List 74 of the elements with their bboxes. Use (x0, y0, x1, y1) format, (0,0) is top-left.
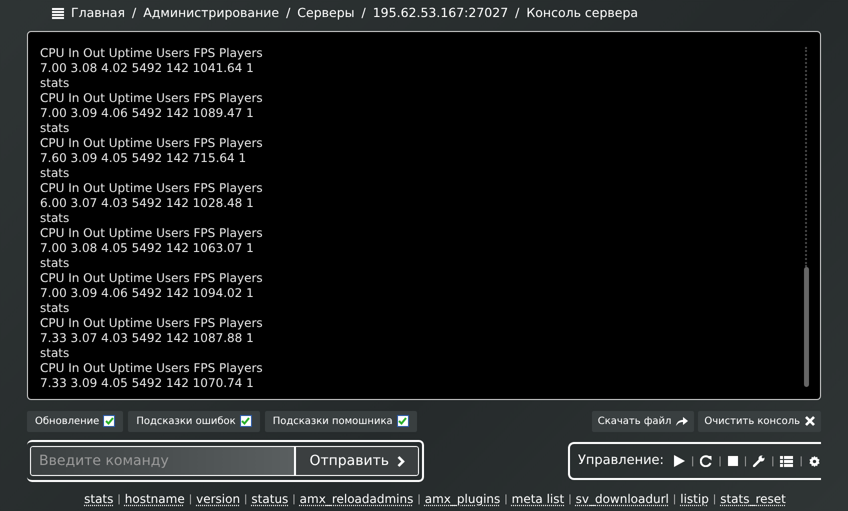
console-line: CPU In Out Uptime Users FPS Players (40, 46, 263, 61)
scrollbar[interactable] (803, 47, 809, 387)
checkbox[interactable] (240, 415, 252, 427)
breadcrumb-link[interactable]: Главная (71, 4, 125, 22)
console-line: stats (40, 256, 70, 271)
stop-icon[interactable] (728, 456, 738, 466)
command-link[interactable]: version (196, 490, 240, 508)
option-toggle[interactable]: Подсказки помошника (264, 410, 417, 432)
share-arrow-icon (676, 416, 688, 426)
console-line: stats (40, 346, 70, 361)
console-line: CPU In Out Uptime Users FPS Players (40, 271, 263, 286)
control-separator: | (744, 454, 748, 468)
checkbox[interactable] (103, 415, 116, 427)
play-icon[interactable] (674, 455, 685, 467)
control-label: Управление: (578, 452, 664, 470)
console-line: 6.00 3.07 4.03 5492 142 1028.48 1 (40, 196, 254, 211)
console-line: stats (40, 166, 70, 181)
breadcrumb-link[interactable]: Администрирование (143, 4, 280, 22)
refresh-icon[interactable] (700, 455, 712, 467)
console-line: stats (40, 301, 70, 316)
console-line: stats (40, 121, 70, 136)
control-separator: | (771, 454, 774, 468)
breadcrumb-separator: / (286, 4, 290, 22)
console-line: CPU In Out Uptime Users FPS Players (40, 226, 263, 241)
console-line: 7.00 3.09 4.06 5492 142 1094.02 1 (40, 286, 254, 301)
link-separator: | (188, 492, 192, 506)
option-toggle[interactable]: Подсказки ошибок (128, 410, 260, 432)
console-line: CPU In Out Uptime Users FPS Players (40, 361, 263, 376)
link-separator: | (292, 492, 296, 506)
link-separator: | (712, 492, 716, 506)
console-line: 7.33 3.07 4.03 5492 142 1087.88 1 (40, 331, 254, 346)
command-link[interactable]: meta list (512, 490, 564, 508)
command-link[interactable]: listip (680, 490, 709, 508)
link-separator: | (244, 492, 248, 506)
console-line: 7.00 3.08 4.02 5492 142 1041.64 1 (40, 61, 254, 76)
command-link[interactable]: sv_downloadurl (576, 490, 669, 508)
console-line: 7.33 3.09 4.05 5492 142 1070.74 1 (40, 376, 254, 391)
command-link[interactable]: stats (84, 490, 114, 508)
console-line: CPU In Out Uptime Users FPS Players (40, 136, 263, 151)
wrench-icon[interactable] (753, 455, 766, 467)
console-line: stats (40, 76, 70, 91)
command-link[interactable]: status (251, 490, 288, 508)
console-line: stats (40, 211, 70, 226)
checkbox[interactable] (396, 415, 409, 427)
link-separator: | (504, 492, 508, 506)
breadcrumb-separator: / (362, 4, 366, 22)
link-separator: | (417, 492, 421, 506)
console-line: 7.60 3.09 4.05 5492 142 715.64 1 (40, 151, 246, 166)
control-separator: | (690, 454, 694, 468)
link-separator: | (672, 492, 676, 506)
control-separator: | (799, 454, 803, 468)
close-icon (805, 416, 815, 426)
command-link[interactable]: amx_reloadadmins (300, 490, 414, 508)
command-link[interactable]: amx_plugins (424, 490, 500, 508)
breadcrumb-link[interactable]: Серверы (297, 4, 355, 22)
breadcrumb-separator: / (515, 4, 520, 22)
clear-button[interactable]: Очистить консоль (698, 410, 821, 432)
list-icon[interactable] (780, 456, 794, 466)
command-link[interactable]: hostname (124, 490, 185, 508)
console-line: 7.00 3.09 4.06 5492 142 1089.47 1 (40, 106, 254, 121)
breadcrumb-link[interactable]: 195.62.53.167:27027 (372, 4, 508, 22)
download-button[interactable]: Скачать файл (592, 410, 694, 432)
console-line: 7.00 3.08 4.05 5492 142 1063.07 1 (40, 241, 254, 256)
option-toggle[interactable]: Обновление (27, 410, 124, 432)
console-line: CPU In Out Uptime Users FPS Players (40, 91, 263, 106)
command-link[interactable]: stats_reset (720, 490, 786, 508)
console-line: CPU In Out Uptime Users FPS Players (40, 181, 263, 196)
control-separator: | (718, 454, 722, 468)
console-line: CPU In Out Uptime Users FPS Players (40, 316, 263, 331)
menu-icon[interactable] (52, 8, 64, 18)
link-separator: | (117, 492, 121, 506)
breadcrumb-separator: / (132, 4, 136, 22)
gear-icon[interactable] (808, 456, 820, 466)
link-separator: | (568, 492, 572, 506)
